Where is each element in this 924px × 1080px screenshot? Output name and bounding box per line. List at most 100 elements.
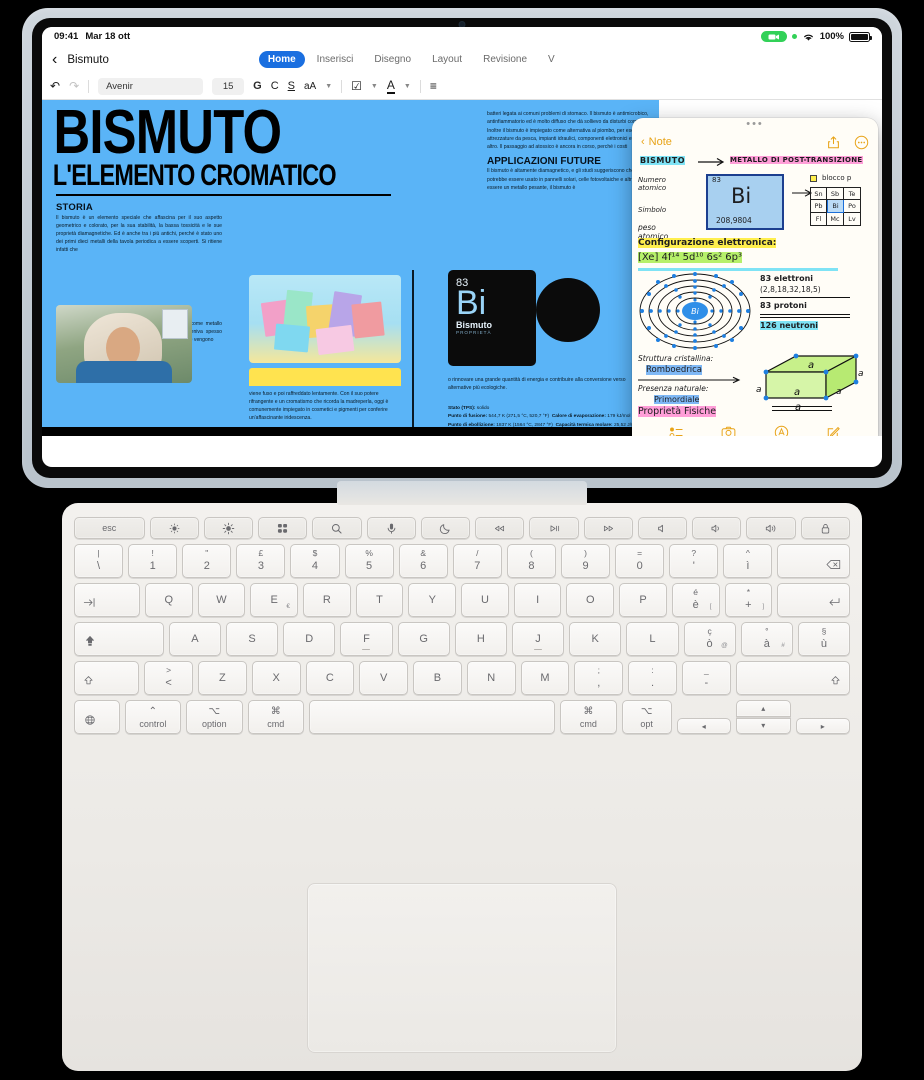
key-w[interactable]: W <box>197 583 246 617</box>
key-3[interactable]: £3 <box>236 544 286 578</box>
key-brightness-down[interactable] <box>149 517 199 539</box>
key-r[interactable]: R <box>303 583 351 617</box>
key-lock[interactable] <box>800 517 850 539</box>
key-option-left[interactable]: ⌥ option <box>186 700 243 734</box>
checklist-icon[interactable] <box>669 425 684 437</box>
window-grabber[interactable]: ••• <box>632 118 878 130</box>
font-name-field[interactable]: Avenir <box>98 77 204 95</box>
key-shift-left[interactable] <box>74 661 140 695</box>
key-k[interactable]: K <box>569 622 622 656</box>
key-b[interactable]: B <box>413 661 462 695</box>
highlighter-icon[interactable]: ☑ <box>351 79 362 93</box>
key-period[interactable]: :. <box>628 661 677 695</box>
key-t[interactable]: T <box>355 583 404 617</box>
key-delete[interactable] <box>777 544 851 578</box>
key-arrow-right[interactable]: ▸ <box>795 718 850 734</box>
underline-button[interactable]: S <box>288 80 295 92</box>
key-volume-up[interactable] <box>746 517 796 539</box>
back-button[interactable]: ‹ <box>52 51 57 68</box>
key-u[interactable]: U <box>461 583 509 617</box>
document-title[interactable]: Bismuto <box>67 54 109 66</box>
tab-home[interactable]: Home <box>258 51 305 68</box>
key-volume-down[interactable] <box>692 517 742 539</box>
key-esc[interactable]: esc <box>74 517 145 539</box>
key-x[interactable]: X <box>251 661 301 695</box>
key-play-pause[interactable] <box>529 517 579 539</box>
key-g[interactable]: G <box>397 622 450 656</box>
key-1[interactable]: ! 1 <box>128 544 178 578</box>
key-4[interactable]: $4 <box>290 544 340 578</box>
key-arrow-up[interactable]: ▴ <box>736 700 791 717</box>
key-n[interactable]: N <box>466 661 516 695</box>
key-minus[interactable]: _ - <box>681 661 731 695</box>
more-circle-icon[interactable] <box>854 135 869 150</box>
markup-pen-icon[interactable] <box>774 425 789 437</box>
key-mute[interactable] <box>637 517 688 539</box>
chevron-down-icon[interactable]: ▼ <box>371 83 378 90</box>
key-v[interactable]: V <box>359 661 409 695</box>
key-l[interactable]: L <box>626 622 679 656</box>
share-icon[interactable] <box>826 135 841 150</box>
key-7[interactable]: /7 <box>452 544 502 578</box>
key-igrave[interactable]: ^ ì <box>723 544 773 578</box>
camera-icon[interactable] <box>721 425 736 437</box>
key-command-right[interactable]: ⌘ cmd <box>560 700 617 734</box>
key-2[interactable]: " 2 <box>182 544 232 578</box>
undo-icon[interactable]: ↶ <box>50 79 60 93</box>
text-style-button[interactable]: aA <box>304 81 316 92</box>
key-y[interactable]: Y <box>408 583 457 617</box>
notes-window[interactable]: ••• ‹ Note BISMUTO METALLO DI POST-TRANS… <box>632 118 878 436</box>
key-rewind[interactable] <box>475 517 525 539</box>
key-globe[interactable] <box>74 700 120 734</box>
key-search[interactable] <box>312 517 362 539</box>
trackpad[interactable] <box>307 883 617 1053</box>
tab-visualizza[interactable]: V <box>539 51 564 68</box>
key-option-right[interactable]: ⌥ opt <box>621 700 672 734</box>
key-microphone[interactable] <box>366 517 416 539</box>
key-0[interactable]: = 0 <box>615 544 665 578</box>
tab-disegno[interactable]: Disegno <box>365 51 420 68</box>
key-9[interactable]: ) 9 <box>560 544 611 578</box>
bullet-list-icon[interactable]: ≡ <box>430 79 437 93</box>
notes-back-button[interactable]: ‹ Note <box>641 136 672 148</box>
tab-inserisci[interactable]: Inserisci <box>308 51 363 68</box>
key-d[interactable]: D <box>283 622 336 656</box>
key-space[interactable] <box>309 700 556 734</box>
key-shift-right[interactable] <box>735 661 851 695</box>
key-z[interactable]: Z <box>197 661 247 695</box>
compose-icon[interactable] <box>826 425 841 437</box>
key-egrave[interactable]: é è [ <box>671 583 720 617</box>
key-o[interactable]: O <box>566 583 615 617</box>
key-command-left[interactable]: ⌘ cmd <box>247 700 305 734</box>
key-s[interactable]: S <box>226 622 279 656</box>
key-i[interactable]: I <box>513 583 562 617</box>
key-c[interactable]: C <box>305 661 355 695</box>
chevron-down-icon[interactable]: ▼ <box>325 83 332 90</box>
notes-handwriting-canvas[interactable]: BISMUTO METALLO DI POST-TRANSIZIONE Nume… <box>632 154 878 419</box>
chevron-down-icon[interactable]: ▼ <box>404 83 411 90</box>
font-size-field[interactable]: 15 <box>212 77 245 95</box>
key-apostrophe[interactable]: ? ' <box>669 544 719 578</box>
italic-button[interactable]: C <box>271 80 279 92</box>
key-6[interactable]: & 6 <box>398 544 448 578</box>
key-j[interactable]: J <box>511 622 565 656</box>
key-5[interactable]: % 5 <box>344 544 394 578</box>
key-ugrave[interactable]: § ù <box>797 622 851 656</box>
key-backslash[interactable]: | \ <box>74 544 124 578</box>
key-return[interactable] <box>777 583 851 617</box>
key-8[interactable]: (8 <box>506 544 556 578</box>
key-app-grid[interactable] <box>258 517 308 539</box>
key-do-not-disturb[interactable] <box>420 517 471 539</box>
key-f[interactable]: F <box>340 622 393 656</box>
bold-button[interactable]: G <box>253 80 262 92</box>
key-comma[interactable]: ;, <box>574 661 624 695</box>
key-m[interactable]: M <box>520 661 570 695</box>
redo-icon[interactable]: ↷ <box>69 79 79 93</box>
key-h[interactable]: H <box>454 622 507 656</box>
key-less-greater[interactable]: > < <box>144 661 193 695</box>
key-ograve[interactable]: ç ò @ <box>683 622 736 656</box>
key-e[interactable]: E € <box>250 583 299 617</box>
document-page[interactable]: BISMUTO L'ELEMENTO CROMATICO STORIA Il b… <box>42 100 882 436</box>
tab-layout[interactable]: Layout <box>423 51 471 68</box>
key-capslock[interactable] <box>74 622 164 656</box>
